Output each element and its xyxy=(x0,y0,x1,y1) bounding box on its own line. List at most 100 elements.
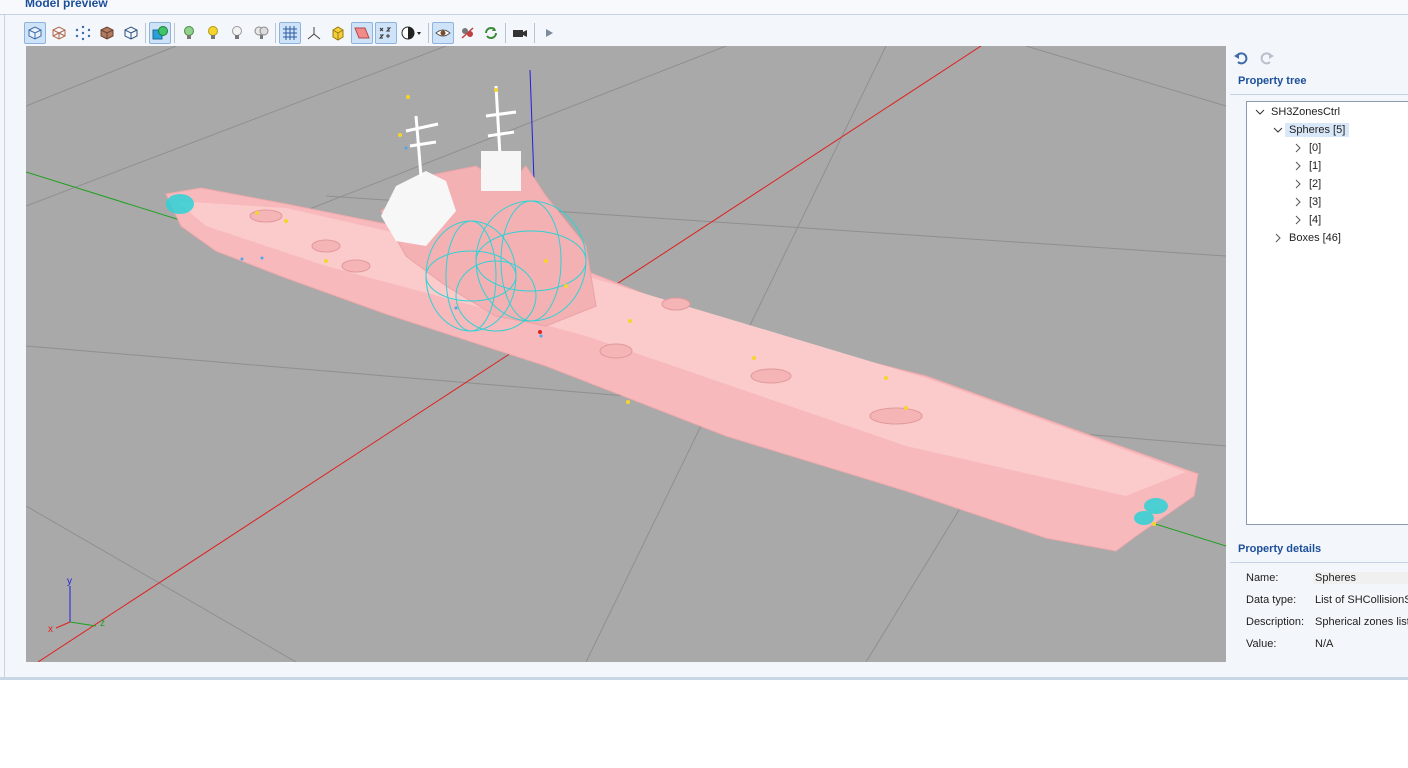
scene-svg: y z x xyxy=(26,46,1226,662)
chevron-right-icon[interactable] xyxy=(1293,215,1303,225)
tree-node-label: Boxes [46] xyxy=(1289,232,1341,244)
section-divider xyxy=(1230,94,1408,95)
name-value-field[interactable]: Spheres xyxy=(1313,572,1408,584)
toolbar-separator xyxy=(145,22,146,43)
toolbar-separator xyxy=(174,22,175,43)
detail-row-value: Value: N/A xyxy=(1246,635,1408,653)
tree-node-spheres[interactable]: Spheres [5] xyxy=(1273,121,1350,139)
light-1-button[interactable] xyxy=(178,22,200,44)
eye-button[interactable] xyxy=(432,21,454,44)
grid-icon xyxy=(283,25,297,40)
camera-button[interactable] xyxy=(509,22,531,44)
detail-label: Name: xyxy=(1246,572,1279,584)
tree-node-label: [3] xyxy=(1309,196,1322,208)
axes-button[interactable] xyxy=(303,22,325,44)
gizmo-x-label: x xyxy=(48,624,53,635)
textured-view-icon xyxy=(100,25,114,40)
tree-node-boxes[interactable]: Boxes [46] xyxy=(1273,229,1341,247)
hide-button[interactable] xyxy=(456,22,478,44)
grid-button[interactable] xyxy=(279,21,301,44)
battleship-model xyxy=(165,85,1199,552)
bounding-box-icon xyxy=(124,25,138,40)
detail-label: Data type: xyxy=(1246,594,1297,606)
plane-icon xyxy=(354,27,370,38)
origin-marker xyxy=(538,330,542,334)
detail-row-name: Name: Spheres xyxy=(1246,569,1408,587)
detail-label: Value: xyxy=(1246,638,1277,650)
tree-node-sphere-3[interactable]: [3] xyxy=(1293,193,1321,211)
plane-button[interactable] xyxy=(351,21,373,44)
points-view-icon xyxy=(75,25,91,40)
collision-spheres-icon xyxy=(152,25,168,39)
toolbar-separator xyxy=(505,22,506,43)
detail-value: Spherical zones list xyxy=(1315,616,1408,628)
light-2-button[interactable] xyxy=(202,22,224,44)
detail-label: Description: xyxy=(1246,616,1305,628)
xyz-labels-button[interactable] xyxy=(375,21,397,44)
tree-node-sphere-2[interactable]: [2] xyxy=(1293,175,1321,193)
light-2-icon xyxy=(208,25,218,39)
lights-all-icon xyxy=(254,26,269,39)
play-icon xyxy=(546,28,553,37)
light-1-icon xyxy=(184,25,194,39)
3d-viewport[interactable]: y z x xyxy=(26,46,1226,662)
ship-funnel xyxy=(481,151,521,191)
ship-mast-1 xyxy=(405,115,439,177)
chevron-right-icon[interactable] xyxy=(1293,143,1303,153)
undo-icon xyxy=(1234,52,1248,65)
gizmo-z-label: z xyxy=(100,618,105,629)
refresh-icon xyxy=(485,26,497,39)
textured-view-button[interactable] xyxy=(96,22,118,44)
light-3-button[interactable] xyxy=(226,22,248,44)
chevron-right-icon[interactable] xyxy=(1293,197,1303,207)
solid-view-icon xyxy=(28,25,42,40)
lights-all-button[interactable] xyxy=(250,22,272,44)
tree-node-label: SH3ZonesCtrl xyxy=(1271,106,1341,118)
tree-node-sphere-0[interactable]: [0] xyxy=(1293,139,1321,157)
section-divider xyxy=(1230,562,1408,563)
tree-node-sphere-1[interactable]: [1] xyxy=(1293,157,1321,175)
property-tree[interactable]: SH3ZonesCtrl Spheres [5] [0] [1] [2] [3]… xyxy=(1246,101,1408,525)
detail-value: N/A xyxy=(1315,638,1334,650)
chevron-right-icon[interactable] xyxy=(1273,233,1283,243)
chevron-right-icon[interactable] xyxy=(1293,161,1303,171)
tree-node-label: [4] xyxy=(1309,214,1322,226)
toolbar-separator xyxy=(428,22,429,43)
collision-spheres-button[interactable] xyxy=(149,21,171,44)
tree-node-root[interactable]: SH3ZonesCtrl xyxy=(1255,103,1340,121)
bounding-box-button[interactable] xyxy=(120,22,142,44)
chevron-down-icon[interactable] xyxy=(1255,107,1265,117)
undo-button[interactable] xyxy=(1232,50,1250,66)
tree-node-label: [2] xyxy=(1309,178,1322,190)
model-preview-window: Model preview y z x Property tree SH3Zon… xyxy=(0,0,1408,680)
undo-redo-toolbar xyxy=(1232,50,1276,66)
eye-icon xyxy=(435,29,451,36)
chevron-down-icon[interactable] xyxy=(1273,125,1283,135)
wireframe-view-icon xyxy=(52,25,66,40)
refresh-button[interactable] xyxy=(480,22,502,44)
title-strip: Model preview xyxy=(0,0,1408,15)
tree-node-sphere-4[interactable]: [4] xyxy=(1293,211,1321,229)
redo-icon xyxy=(1260,52,1274,65)
gizmo-y-label: y xyxy=(67,576,72,587)
ship-mast-2 xyxy=(485,85,517,157)
hide-icon xyxy=(461,26,474,39)
toolbar-separator xyxy=(534,22,535,43)
tree-node-label: [0] xyxy=(1309,142,1322,154)
light-3-icon xyxy=(232,25,242,39)
redo-button[interactable] xyxy=(1258,50,1276,66)
solid-view-button[interactable] xyxy=(24,21,46,44)
property-details-title: Property details xyxy=(1238,543,1322,555)
camera-icon xyxy=(513,29,527,37)
chevron-right-icon[interactable] xyxy=(1293,179,1303,189)
tree-node-label: Spheres [5] xyxy=(1285,123,1350,137)
wireframe-view-button[interactable] xyxy=(48,22,70,44)
properties-pane: Property tree SH3ZonesCtrl Spheres [5] [… xyxy=(1228,46,1408,676)
shading-dropdown-icon xyxy=(401,26,421,39)
points-view-button[interactable] xyxy=(72,22,94,44)
cube-button[interactable] xyxy=(327,22,349,44)
xyz-labels-icon xyxy=(378,27,392,38)
axis-gizmo: y z x xyxy=(48,576,105,635)
shading-dropdown-button[interactable] xyxy=(399,22,425,44)
play-button[interactable] xyxy=(538,22,560,44)
